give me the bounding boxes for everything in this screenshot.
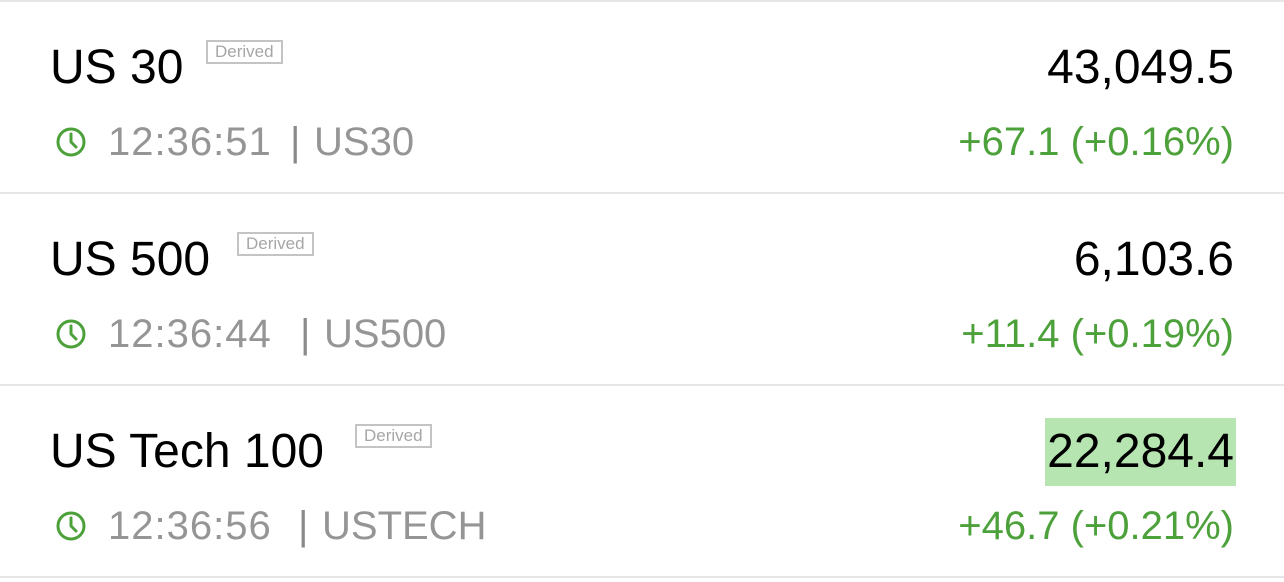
instrument-price: 22,284.4 <box>1045 418 1236 486</box>
instrument-name: US 30 <box>50 41 184 94</box>
instrument-symbol: US500 <box>324 312 447 356</box>
derived-badge: Derived <box>206 40 283 64</box>
price-change: +11.4 (+0.19%) <box>961 312 1234 356</box>
last-update-time: 12:36:51 <box>108 120 272 164</box>
instrument-symbol: USTECH <box>322 504 487 548</box>
last-update-time: 12:36:56 <box>108 504 272 548</box>
clock-icon <box>56 319 86 349</box>
price-change: +67.1 (+0.16%) <box>958 120 1234 164</box>
instrument-row-us30[interactable]: US 30 Derived 43,049.5 12:36:51 | US30 +… <box>0 2 1284 194</box>
meta-separator: | <box>300 312 311 356</box>
price-change: +46.7 (+0.21%) <box>958 504 1234 548</box>
derived-badge: Derived <box>355 424 432 448</box>
meta-separator: | <box>290 120 301 164</box>
instrument-list: US 30 Derived 43,049.5 12:36:51 | US30 +… <box>0 0 1284 582</box>
instrument-name: US Tech 100 <box>50 425 324 478</box>
instrument-row-ustech[interactable]: US Tech 100 Derived 22,284.4 12:36:56 | … <box>0 386 1284 578</box>
instrument-name: US 500 <box>50 233 211 286</box>
clock-icon <box>56 511 86 541</box>
meta-separator: | <box>298 504 309 548</box>
last-update-time: 12:36:44 <box>108 312 272 356</box>
derived-badge: Derived <box>237 232 314 256</box>
instrument-price: 6,103.6 <box>1073 233 1234 286</box>
instrument-symbol: US30 <box>314 120 415 164</box>
clock-icon <box>56 127 86 157</box>
instrument-price: 43,049.5 <box>1047 41 1234 94</box>
instrument-row-us500[interactable]: US 500 Derived 6,103.6 12:36:44 | US500 … <box>0 194 1284 386</box>
